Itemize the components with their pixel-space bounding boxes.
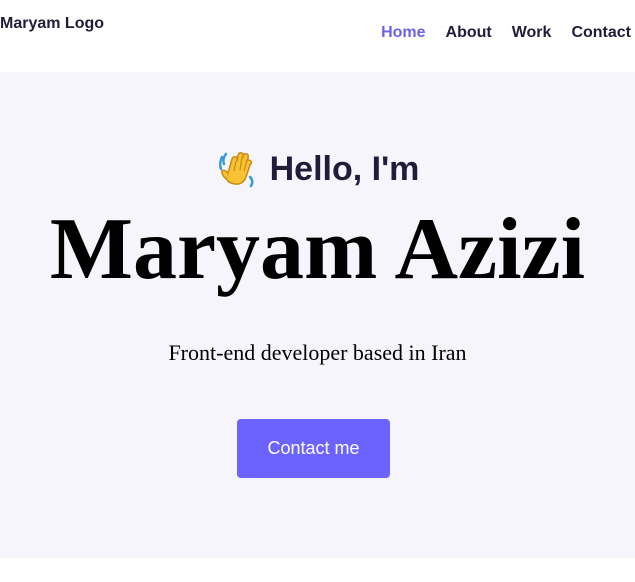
greeting-row: Hello, I'm xyxy=(0,147,635,189)
contact-me-button[interactable]: Contact me xyxy=(237,419,390,478)
hero-tagline: Front-end developer based in Iran xyxy=(168,340,467,365)
site-logo[interactable]: Maryam Logo xyxy=(0,15,104,33)
nav-link-work[interactable]: Work xyxy=(512,24,552,42)
nav-link-home[interactable]: Home xyxy=(381,24,425,42)
nav-link-contact[interactable]: Contact xyxy=(571,24,631,42)
greeting-text: Hello, I'm xyxy=(269,149,420,188)
main-nav: Home About Work Contact xyxy=(381,24,631,42)
waving-hand-icon xyxy=(216,147,258,189)
hero-name: Maryam Azizi xyxy=(49,201,586,298)
hero-section: Hello, I'm Maryam Azizi Front-end develo… xyxy=(0,72,635,558)
nav-link-about[interactable]: About xyxy=(446,24,492,42)
site-header: Maryam Logo Home About Work Contact xyxy=(0,0,635,72)
